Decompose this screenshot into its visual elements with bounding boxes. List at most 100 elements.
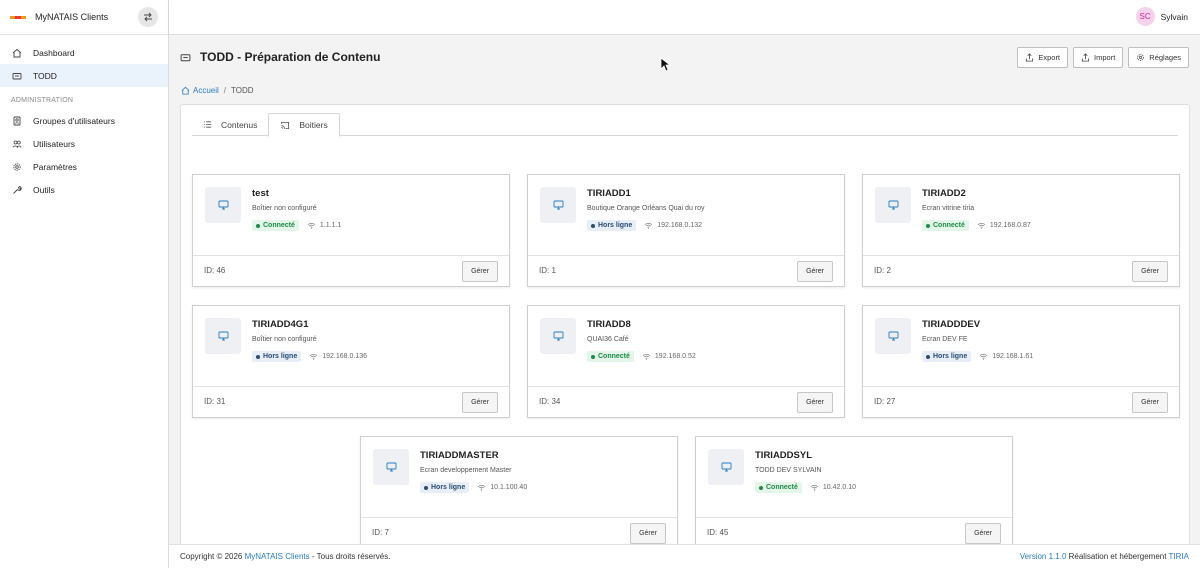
export-button[interactable]: Export	[1017, 47, 1069, 68]
sidebar-item-outils[interactable]: Outils	[0, 178, 168, 201]
manage-button[interactable]: Gérer	[797, 392, 833, 413]
sidebar-toggle-button[interactable]	[138, 7, 158, 27]
manage-button[interactable]: Gérer	[462, 261, 498, 282]
device-network: 192.168.0.52	[642, 353, 696, 360]
device-id: ID: 31	[204, 397, 226, 406]
device-thumbnail	[875, 187, 911, 223]
device-card: TIRIADDDEV Ecran DEV FE Hors ligne 192.168.…	[862, 305, 1180, 418]
breadcrumb-home-link[interactable]: Accueil	[193, 86, 219, 95]
device-name: test	[252, 188, 269, 199]
sidebar-item-label: Paramètres	[33, 161, 77, 172]
manage-button[interactable]: Gérer	[630, 523, 666, 544]
hosting-link[interactable]: TIRIA	[1169, 552, 1189, 561]
sidebar-item-parametres[interactable]: Paramètres	[0, 155, 168, 178]
manage-button[interactable]: Gérer	[1132, 392, 1168, 413]
status-badge: Hors ligne	[420, 482, 470, 493]
version-link[interactable]: Version 1.1.0	[1020, 552, 1067, 561]
device-network: 1.1.1.1	[307, 222, 341, 229]
device-name: TIRIADD1	[587, 188, 631, 199]
import-icon	[1081, 53, 1090, 62]
device-network: 10.42.0.10	[810, 484, 856, 491]
manage-button[interactable]: Gérer	[1132, 261, 1168, 282]
status-dot-icon	[591, 354, 595, 359]
group-icon	[11, 115, 22, 126]
status-dot-icon	[926, 354, 930, 359]
manage-button[interactable]: Gérer	[462, 392, 498, 413]
status-dot-icon	[256, 223, 260, 228]
copyright-suffix: - Tous droits réservés.	[311, 552, 391, 561]
device-id: ID: 45	[707, 528, 729, 537]
device-ip: 10.1.100.40	[490, 484, 528, 491]
breadcrumb-current: TODD	[231, 86, 254, 95]
wifi-icon	[478, 484, 486, 491]
user-menu[interactable]: SC Sylvain	[1135, 7, 1188, 26]
device-ip: 1.1.1.1	[319, 222, 342, 229]
device-description: QUAI36 Café	[587, 336, 629, 343]
breadcrumb: Accueil / TODD	[181, 86, 254, 95]
status-badge: Connecté	[252, 220, 299, 231]
users-icon	[11, 138, 22, 149]
wifi-icon	[980, 353, 988, 360]
device-thumbnail	[373, 449, 409, 485]
settings-button[interactable]: Réglages	[1128, 47, 1189, 68]
status-text: Hors ligne	[431, 484, 466, 491]
sidebar: MyNATAIS Clients Dashboard TODD ADMINIST…	[0, 0, 169, 568]
sidebar-section-label: ADMINISTRATION	[11, 97, 74, 104]
status-text: Connecté	[263, 222, 295, 229]
import-button[interactable]: Import	[1073, 47, 1124, 68]
sidebar-item-utilisateurs[interactable]: Utilisateurs	[0, 132, 168, 155]
status-text: Connecté	[598, 353, 630, 360]
device-meta: Hors ligne 192.168.1.61	[922, 351, 1033, 362]
tab-label: Contenus	[221, 119, 258, 130]
export-icon	[1026, 53, 1034, 62]
manage-button[interactable]: Gérer	[797, 261, 833, 282]
wifi-icon	[642, 353, 651, 360]
device-card: TIRIADD2 Ecran vitrine tiria Connecté 192.1…	[862, 174, 1180, 287]
list-icon	[203, 121, 212, 128]
monitor-icon	[721, 462, 731, 472]
device-card: TIRIADD4G1 Boîtier non configuré Hors lign…	[192, 305, 510, 418]
sidebar-item-label: TODD	[33, 70, 57, 81]
status-dot-icon	[926, 223, 930, 228]
manage-button[interactable]: Gérer	[965, 523, 1001, 544]
content-panel: Contenus Boitiers test Boîtier non config…	[180, 104, 1190, 564]
sidebar-item-dashboard[interactable]: Dashboard	[0, 41, 168, 64]
status-badge: Connecté	[755, 482, 802, 493]
device-description: TODD DEV SYLVAIN	[755, 467, 822, 474]
device-thumbnail	[708, 449, 744, 485]
page-actions: Export Import Réglages	[1017, 47, 1189, 68]
status-badge: Hors ligne	[922, 351, 972, 362]
export-label: Export	[1038, 53, 1061, 62]
device-thumbnail	[205, 318, 241, 354]
device-meta: Connecté 192.168.0.52	[587, 351, 696, 362]
device-ip: 192.168.0.52	[654, 353, 696, 360]
footer-copyright: Copyright © 2026 MyNATAIS Clients - Tous…	[180, 552, 390, 561]
device-network: 192.168.0.87	[977, 222, 1031, 229]
device-network: 192.168.1.61	[979, 353, 1033, 360]
status-dot-icon	[591, 223, 595, 228]
device-card: test Boîtier non configuré Connecté 1.1.1.1…	[192, 174, 510, 287]
device-description: Ecran developpement Master	[420, 467, 512, 474]
sidebar-item-groupes[interactable]: Groupes d'utilisateurs	[0, 109, 168, 132]
brand-bar: MyNATAIS Clients	[0, 0, 168, 35]
monitor-icon	[218, 200, 228, 210]
copyright-link[interactable]: MyNATAIS Clients	[245, 552, 310, 561]
sidebar-item-label: Dashboard	[33, 47, 75, 58]
gear-icon	[1137, 54, 1145, 61]
swap-icon	[144, 12, 152, 22]
sidebar-item-todd[interactable]: TODD	[0, 64, 168, 87]
tab-boitiers[interactable]: Boitiers	[268, 113, 340, 137]
device-id: ID: 2	[874, 266, 891, 275]
footer: Copyright © 2026 MyNATAIS Clients - Tous…	[169, 544, 1200, 568]
device-id: ID: 1	[539, 266, 556, 275]
tab-contenus[interactable]: Contenus	[192, 113, 268, 136]
device-description: Ecran vitrine tiria	[922, 205, 975, 212]
wifi-icon	[307, 222, 316, 229]
sidebar-item-label: Utilisateurs	[33, 138, 76, 149]
card-divider	[863, 255, 1179, 256]
sidebar-item-label: Groupes d'utilisateurs	[33, 115, 115, 126]
device-icon	[180, 52, 191, 63]
device-meta: Connecté 192.168.0.87	[922, 220, 1031, 231]
device-thumbnail	[540, 187, 576, 223]
monitor-icon	[218, 331, 228, 341]
